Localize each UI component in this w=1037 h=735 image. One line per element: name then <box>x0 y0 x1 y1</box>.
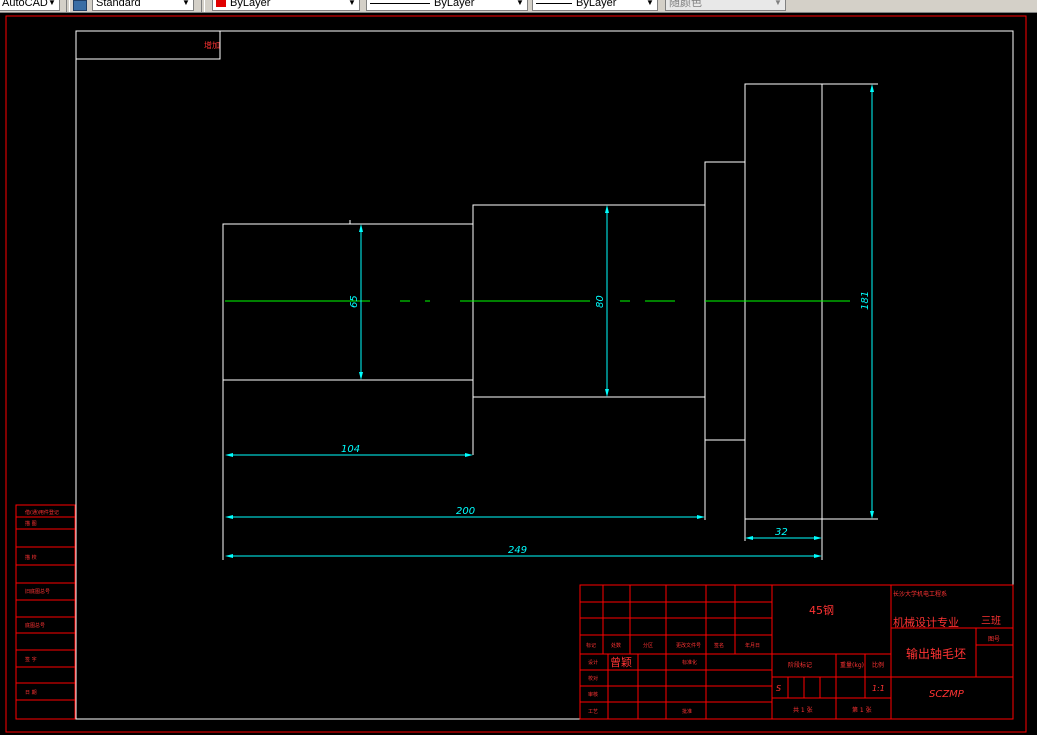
chevron-down-icon: ▼ <box>182 0 190 7</box>
material-label: 45钢 <box>809 604 834 617</box>
plotstyle-control-combo[interactable]: 随颜色 ▼ <box>665 0 786 11</box>
color-control-value: ByLayer <box>230 0 271 9</box>
shaft-outline <box>222 83 878 560</box>
class-label: 三班 <box>981 615 1001 627</box>
lineweight-control-combo[interactable]: ByLayer ▼ <box>532 0 658 11</box>
plotstyle-control-value: 随颜色 <box>669 0 702 9</box>
chevron-down-icon: ▼ <box>516 0 524 7</box>
row-design: 设计 <box>588 659 598 666</box>
strip-label-4: 旧底图总号 <box>25 588 50 595</box>
dimension-style-value: Standard <box>96 0 141 9</box>
dimension-arrows <box>225 84 874 558</box>
row-std: 标准化 <box>682 659 697 666</box>
chevron-down-icon: ▼ <box>48 0 56 7</box>
text-style-name-value: AutoCAD <box>2 0 48 9</box>
lineweight-preview-icon <box>536 2 572 4</box>
left-strip-table <box>15 504 76 720</box>
sheet-number: 第 1 张 <box>852 706 872 714</box>
text-style-name-combo[interactable]: AutoCAD ▼ <box>0 0 60 11</box>
chevron-down-icon: ▼ <box>646 0 654 7</box>
corner-box <box>75 30 221 60</box>
linetype-preview-icon <box>370 2 430 4</box>
header-count: 处数 <box>611 642 621 649</box>
drawing-type-label: 图号 <box>988 636 1000 643</box>
header-mark: 标记 <box>586 642 596 649</box>
strip-label-2: 描 图 <box>25 520 37 527</box>
total-sheets: 共 1 张 <box>793 706 813 714</box>
dim-diameter-181: 181 <box>860 291 871 310</box>
title-block-text: 45钢 长沙大学机电工程系 机械设计专业 三班 图号 输出轴毛坯 SCZMP 曾… <box>586 590 1001 715</box>
part-name-label: 输出轴毛坯 <box>906 646 966 661</box>
drawing-number-label: SCZMP <box>929 689 965 700</box>
row-review: 审核 <box>588 691 598 698</box>
linetype-control-combo[interactable]: ByLayer ▼ <box>366 0 528 11</box>
toolbar-separator <box>201 0 205 12</box>
chevron-down-icon: ▼ <box>774 0 782 7</box>
color-control-combo[interactable]: ByLayer ▼ <box>212 0 360 11</box>
dimension-lines <box>228 86 873 557</box>
toolbar-separator <box>66 0 70 12</box>
major-label: 机械设计专业 <box>893 615 959 629</box>
dimension-texts: 65 80 181 104 200 249 32 <box>341 291 871 556</box>
strip-label-5: 底图总号 <box>25 622 45 629</box>
stage-label: 阶段标记 <box>788 661 812 669</box>
linetype-control-value: ByLayer <box>434 0 475 9</box>
scale-value: 1:1 <box>872 684 885 693</box>
stage-mark: S <box>776 684 781 693</box>
dim-diameter-80: 80 <box>595 295 606 308</box>
drawing-canvas[interactable]: 增加 65 80 181 104 200 249 32 借(通)用件登记 描 图… <box>0 12 1037 735</box>
strip-label-7: 日 期 <box>25 690 37 696</box>
dim-length-249: 249 <box>508 545 527 556</box>
left-strip-labels: 借(通)用件登记 描 图 描 校 旧底图总号 底图总号 签 字 日 期 <box>25 509 59 696</box>
corner-tag: 增加 <box>204 40 220 50</box>
dim-length-200: 200 <box>456 506 475 517</box>
weight-label: 重量(kg) <box>840 661 864 669</box>
dim-diameter-65: 65 <box>349 295 360 308</box>
dimension-style-icon[interactable] <box>73 0 87 11</box>
row-process: 工艺 <box>588 709 598 715</box>
red-color-swatch-icon <box>216 0 226 8</box>
header-zone: 分区 <box>643 642 653 649</box>
lineweight-control-value: ByLayer <box>576 0 617 9</box>
row-check: 校对 <box>588 675 598 682</box>
outer-frame <box>5 15 1027 733</box>
chevron-down-icon: ▼ <box>348 0 356 7</box>
header-change: 更改文件号 <box>676 642 701 649</box>
row-approve: 批准 <box>682 708 692 715</box>
strip-label-6: 签 字 <box>25 656 37 663</box>
strip-label-1: 借(通)用件登记 <box>25 509 59 516</box>
dim-length-104: 104 <box>341 444 360 455</box>
designer-name: 曾颖 <box>610 655 632 669</box>
dimension-style-combo[interactable]: Standard ▼ <box>92 0 194 11</box>
scale-label: 比例 <box>872 661 884 669</box>
university-label: 长沙大学机电工程系 <box>893 590 947 598</box>
dim-length-32: 32 <box>775 527 788 538</box>
header-sign: 签名 <box>714 642 724 649</box>
header-date: 年月日 <box>745 642 760 649</box>
strip-label-3: 描 校 <box>25 554 37 561</box>
